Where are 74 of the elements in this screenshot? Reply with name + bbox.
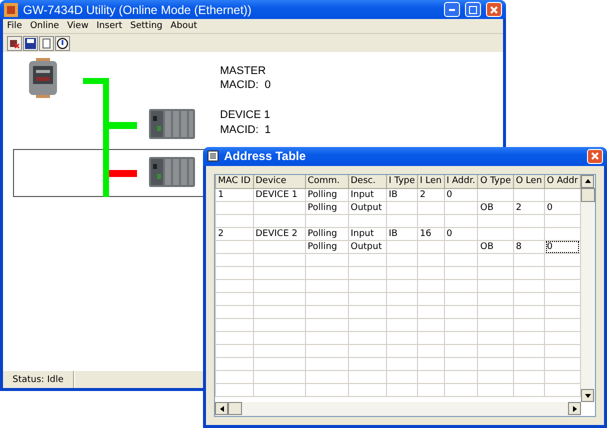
window-title: GW-7434D Utility (Online Mode (Ethernet)) [23,2,253,16]
table-cell: 1 [218,190,224,200]
table-cell: OB [480,242,494,252]
column-header[interactable]: Desc. [348,174,386,188]
close-icon [591,152,599,160]
scroll-thumb[interactable] [581,188,595,202]
table-cell: 2 [516,202,522,213]
table-cell: Polling [308,242,338,252]
app-icon [4,2,18,16]
menu-item[interactable]: File [3,21,26,31]
status-text: Status: Idle [3,371,74,388]
close-icon [490,6,498,14]
horizontal-scrollbar[interactable] [215,402,581,416]
table-cell: 2 [420,190,426,200]
table-cell: 16 [420,228,432,239]
disconnect-tool-button[interactable] [7,36,22,50]
column-header[interactable]: Device [253,174,306,188]
document-tool-button[interactable] [39,36,54,50]
up-arrow-icon [584,177,592,186]
right-arrow-icon [570,404,578,412]
table-cell: IB [388,190,398,200]
column-header[interactable]: I Type [386,174,418,188]
maximize-button[interactable] [465,2,481,17]
menu-item[interactable]: Online [26,21,64,31]
save-icon [25,38,36,48]
column-header[interactable]: I Len [417,174,444,188]
module-icon [27,58,59,98]
table-cell: Output [350,242,382,252]
table-cell: 0 [446,228,452,239]
table-cell: Output [350,202,382,213]
rack-icon [149,156,195,188]
column-header[interactable]: Comm. [305,174,348,188]
table-cell: DEVICE 2 [256,228,298,239]
table-cell: Polling [308,190,338,200]
node-name: MASTER [220,65,266,77]
table-icon [207,150,219,162]
table-cell: 0 [446,190,452,200]
menu-item[interactable]: About [166,21,202,31]
table-cell: Input [350,190,374,200]
maximize-icon [469,6,477,14]
close-button[interactable] [587,148,603,164]
plug-icon [9,38,20,48]
window-title: Address Table [224,149,307,164]
table-cell: OB [480,202,494,213]
menu-item[interactable]: Setting [126,21,167,31]
document-icon [41,38,52,48]
down-arrow-icon [584,392,592,400]
close-button[interactable] [486,2,502,17]
minimize-button[interactable] [444,2,460,17]
menu-item[interactable]: Insert [92,21,126,31]
column-header[interactable]: O Len [513,174,544,188]
minimize-icon [449,8,455,11]
column-header[interactable]: O Type [478,174,514,188]
table-cell: Polling [308,228,338,239]
column-header[interactable]: MAC ID [216,174,253,188]
table-cell: 2 [218,228,224,239]
info-icon [57,38,68,48]
menu-item[interactable]: View [63,21,92,31]
table-cell: Input [350,228,374,239]
node-macid: MACID: 1 [220,124,271,136]
table-cell: DEVICE 1 [256,190,298,200]
table-cell: IB [388,228,398,239]
vertical-scrollbar[interactable] [581,174,595,402]
save-tool-button[interactable] [23,36,38,50]
left-arrow-icon [218,404,226,412]
info-tool-button[interactable] [55,36,70,50]
scroll-thumb[interactable] [228,402,242,415]
column-header[interactable]: I Addr. [444,174,478,188]
table-cell: Polling [308,202,338,213]
node-macid: MACID: 0 [220,79,271,91]
table-cell: 8 [516,242,522,252]
column-header[interactable]: O Addr [544,174,580,188]
table-cell: 0 [546,202,553,213]
node-name: DEVICE 1 [220,109,270,121]
